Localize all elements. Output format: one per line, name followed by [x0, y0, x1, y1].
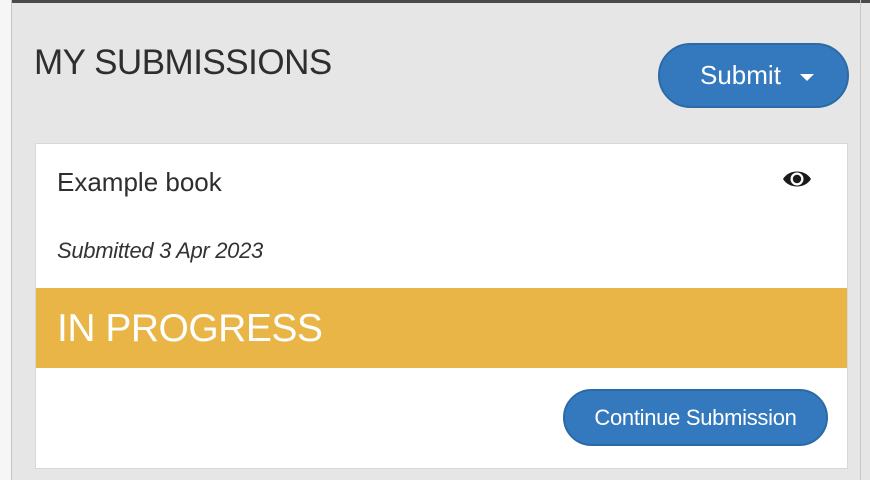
status-label: IN PROGRESS: [57, 307, 323, 350]
submit-button-label: Submit: [700, 60, 781, 90]
submit-dropdown-button[interactable]: Submit: [658, 43, 849, 108]
status-banner: IN PROGRESS: [36, 288, 847, 368]
continue-submission-button[interactable]: Continue Submission: [563, 389, 828, 446]
eye-icon[interactable]: [781, 165, 813, 193]
page-title: MY SUBMISSIONS: [34, 43, 332, 82]
submitted-date: Submitted 3 Apr 2023: [57, 238, 263, 263]
right-panel-edge: [860, 0, 861, 480]
top-border: [0, 0, 870, 3]
submission-title: Example book: [57, 167, 222, 197]
caret-down-icon: [799, 74, 814, 81]
submission-card: Example book Submitted 3 Apr 2023 IN PRO…: [35, 143, 848, 469]
left-panel-edge: [0, 0, 12, 480]
